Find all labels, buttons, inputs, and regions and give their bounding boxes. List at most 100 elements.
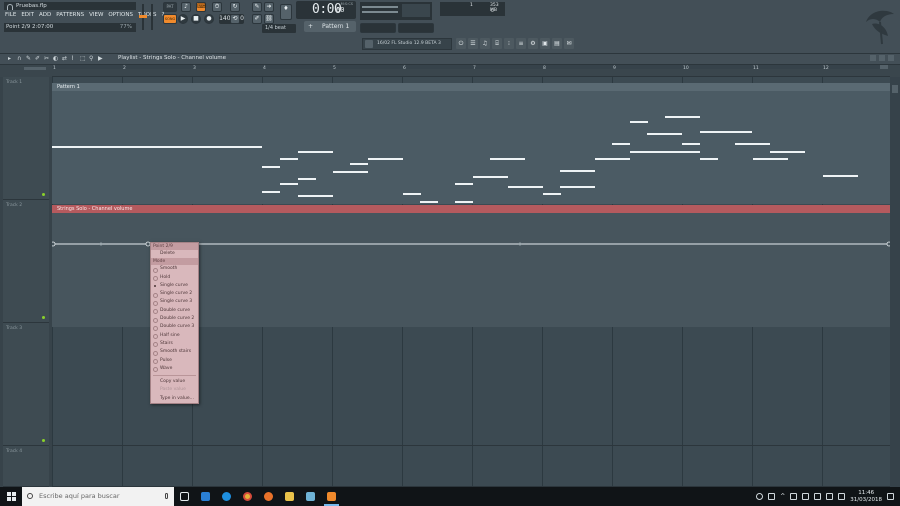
typing-keyboard-icon[interactable]: ⌨ (196, 2, 206, 12)
menu-item-double-curve[interactable]: Double curve (151, 307, 198, 315)
countdown-icon[interactable]: ↻ (230, 2, 240, 12)
pattern-clip[interactable]: Pattern 1 (52, 83, 890, 231)
playlist-options-icon[interactable]: ▸ (8, 56, 14, 62)
close-icon[interactable] (888, 55, 894, 61)
metronome-icon[interactable]: ♪ (181, 2, 191, 12)
battery-icon[interactable] (814, 493, 822, 500)
slice-tool-icon[interactable]: ⌇ (71, 56, 77, 62)
menu-item-single-curve[interactable]: Single curve (151, 282, 198, 290)
menu-edit[interactable]: EDIT (20, 12, 35, 18)
track-mute-led[interactable] (42, 193, 45, 196)
cloud-icon[interactable] (790, 493, 798, 500)
vertical-scrollbar[interactable] (890, 77, 900, 487)
menu-item-smooth[interactable]: Smooth (151, 265, 198, 274)
automation-tension-handle[interactable] (518, 242, 522, 246)
menu-item-half-sine[interactable]: Half sine (151, 332, 198, 340)
menu-item-delete[interactable]: Delete (151, 250, 198, 258)
volume-icon[interactable] (826, 493, 834, 500)
menu-item-smooth-stairs[interactable]: Smooth stairs (151, 348, 198, 357)
select-tool-icon[interactable]: ⬚ (80, 56, 86, 62)
track-mute-led[interactable] (42, 316, 45, 319)
vertical-scroll-thumb[interactable] (892, 85, 898, 93)
track-header-2[interactable]: Track 2 (3, 200, 49, 323)
taskbar-app-edge[interactable] (216, 487, 237, 506)
task-view-button[interactable] (174, 487, 195, 506)
language-icon[interactable] (838, 493, 846, 500)
multilink-icon[interactable]: ♦ (280, 4, 292, 20)
maximize-icon[interactable] (879, 55, 885, 61)
pat-mode-button[interactable]: PAT (163, 2, 177, 12)
taskbar-search-box[interactable]: Escribe aquí para buscar (22, 487, 174, 506)
pattern-selector[interactable]: + Pattern 1 (304, 21, 356, 32)
slip-tool-icon[interactable]: ⇄ (62, 56, 68, 62)
start-button[interactable] (0, 487, 22, 506)
master-pitch-slider[interactable] (151, 4, 153, 30)
menu-item-double-curve-3[interactable]: Double curve 3 (151, 323, 198, 332)
playback-tool-icon[interactable]: ▶ (98, 56, 104, 62)
mute-tool-icon[interactable]: ◐ (53, 56, 59, 62)
taskbar-app-fl-studio[interactable] (321, 487, 342, 506)
arrow-right-icon[interactable]: ➜ (264, 2, 274, 12)
browser-icon[interactable]: ⌸ (492, 38, 502, 49)
menu-item-copy-value[interactable]: Copy value (151, 378, 198, 386)
menu-item-stairs[interactable]: Stairs (151, 340, 198, 348)
wait-input-icon[interactable]: ⏱ (212, 2, 222, 12)
taskbar-app-firefox[interactable] (258, 487, 279, 506)
magnet-icon[interactable]: ∩ (17, 56, 23, 62)
taskbar-app-chrome[interactable] (237, 487, 258, 506)
master-volume-knob[interactable] (139, 15, 147, 18)
delete-tool-icon[interactable]: ✂ (44, 56, 50, 62)
power-icon[interactable]: ⏻ (456, 38, 466, 49)
track-header-1[interactable]: Track 1 (3, 77, 49, 200)
record-button[interactable]: ● (204, 14, 214, 24)
menu-item-single-curve-3[interactable]: Single curve 3 (151, 298, 198, 307)
channel-rack-icon[interactable]: ⁝ (504, 38, 514, 49)
pencil-icon[interactable]: ✎ (26, 56, 32, 62)
menu-item-hold[interactable]: Hold (151, 274, 198, 282)
snap-icon[interactable]: ✎ (252, 2, 262, 12)
playlist-icon[interactable]: ☰ (468, 38, 478, 49)
mixer-icon[interactable]: ≡ (516, 38, 526, 49)
taskbar-app-store[interactable] (300, 487, 321, 506)
zoom-tool-icon[interactable]: ⚲ (89, 56, 95, 62)
taskbar-app-nexus[interactable] (195, 487, 216, 506)
menu-add[interactable]: ADD (38, 12, 52, 18)
link-icon[interactable]: ⛓ (264, 14, 274, 24)
taskbar-app-explorer[interactable] (279, 487, 300, 506)
menu-file[interactable]: FILE (4, 12, 17, 18)
add-pattern-icon[interactable]: + (308, 21, 313, 32)
menu-item-single-curve-2[interactable]: Single curve 2 (151, 290, 198, 298)
track-header-3[interactable]: Track 3 (3, 323, 49, 446)
plugin-icon[interactable]: ⚙ (528, 38, 538, 49)
menu-options[interactable]: OPTIONS (107, 12, 134, 18)
automation-point[interactable] (52, 241, 56, 247)
track-lane-4[interactable] (52, 446, 890, 487)
menu-view[interactable]: VIEW (88, 12, 104, 18)
taskbar-clock[interactable]: 11:46 31/03/2018 (850, 490, 882, 504)
globe-icon[interactable] (756, 493, 764, 500)
menu-item-pulse[interactable]: Pulse (151, 357, 198, 365)
track-mute-led[interactable] (42, 439, 45, 442)
save-icon[interactable]: ▣ (540, 38, 550, 49)
people-icon[interactable] (768, 493, 776, 500)
menu-item-double-curve-2[interactable]: Double curve 2 (151, 315, 198, 323)
minimize-icon[interactable] (870, 55, 876, 61)
system-menu-icon[interactable] (7, 4, 13, 10)
project-info-icon[interactable]: ▤ (552, 38, 562, 49)
news-panel[interactable]: 16/02 FL Studio 12.9 BETA 3 (362, 38, 452, 50)
microphone-icon[interactable] (165, 493, 168, 499)
menu-patterns[interactable]: PATTERNS (55, 12, 85, 18)
chevron-up-icon[interactable]: ^ (780, 493, 785, 500)
track-header-4[interactable]: Track 4 (3, 446, 49, 487)
play-button[interactable]: ▶ (178, 14, 188, 24)
song-mode-button[interactable]: SONG (163, 14, 177, 24)
menu-item-type-in-value[interactable]: Type in value... (151, 395, 198, 403)
timeline-ruler[interactable]: 1 2 3 4 5 6 7 8 9 10 11 12 (52, 65, 890, 77)
snap-step-selector[interactable]: 1/4 beat (262, 24, 296, 33)
paint-icon[interactable]: ✐ (35, 56, 41, 62)
notifications-icon[interactable] (887, 493, 894, 500)
automation-tension-handle[interactable] (99, 242, 103, 246)
stop-button[interactable]: ■ (191, 14, 201, 24)
brush-icon[interactable]: ✐ (252, 14, 262, 24)
chat-icon[interactable]: ✉ (564, 38, 574, 49)
